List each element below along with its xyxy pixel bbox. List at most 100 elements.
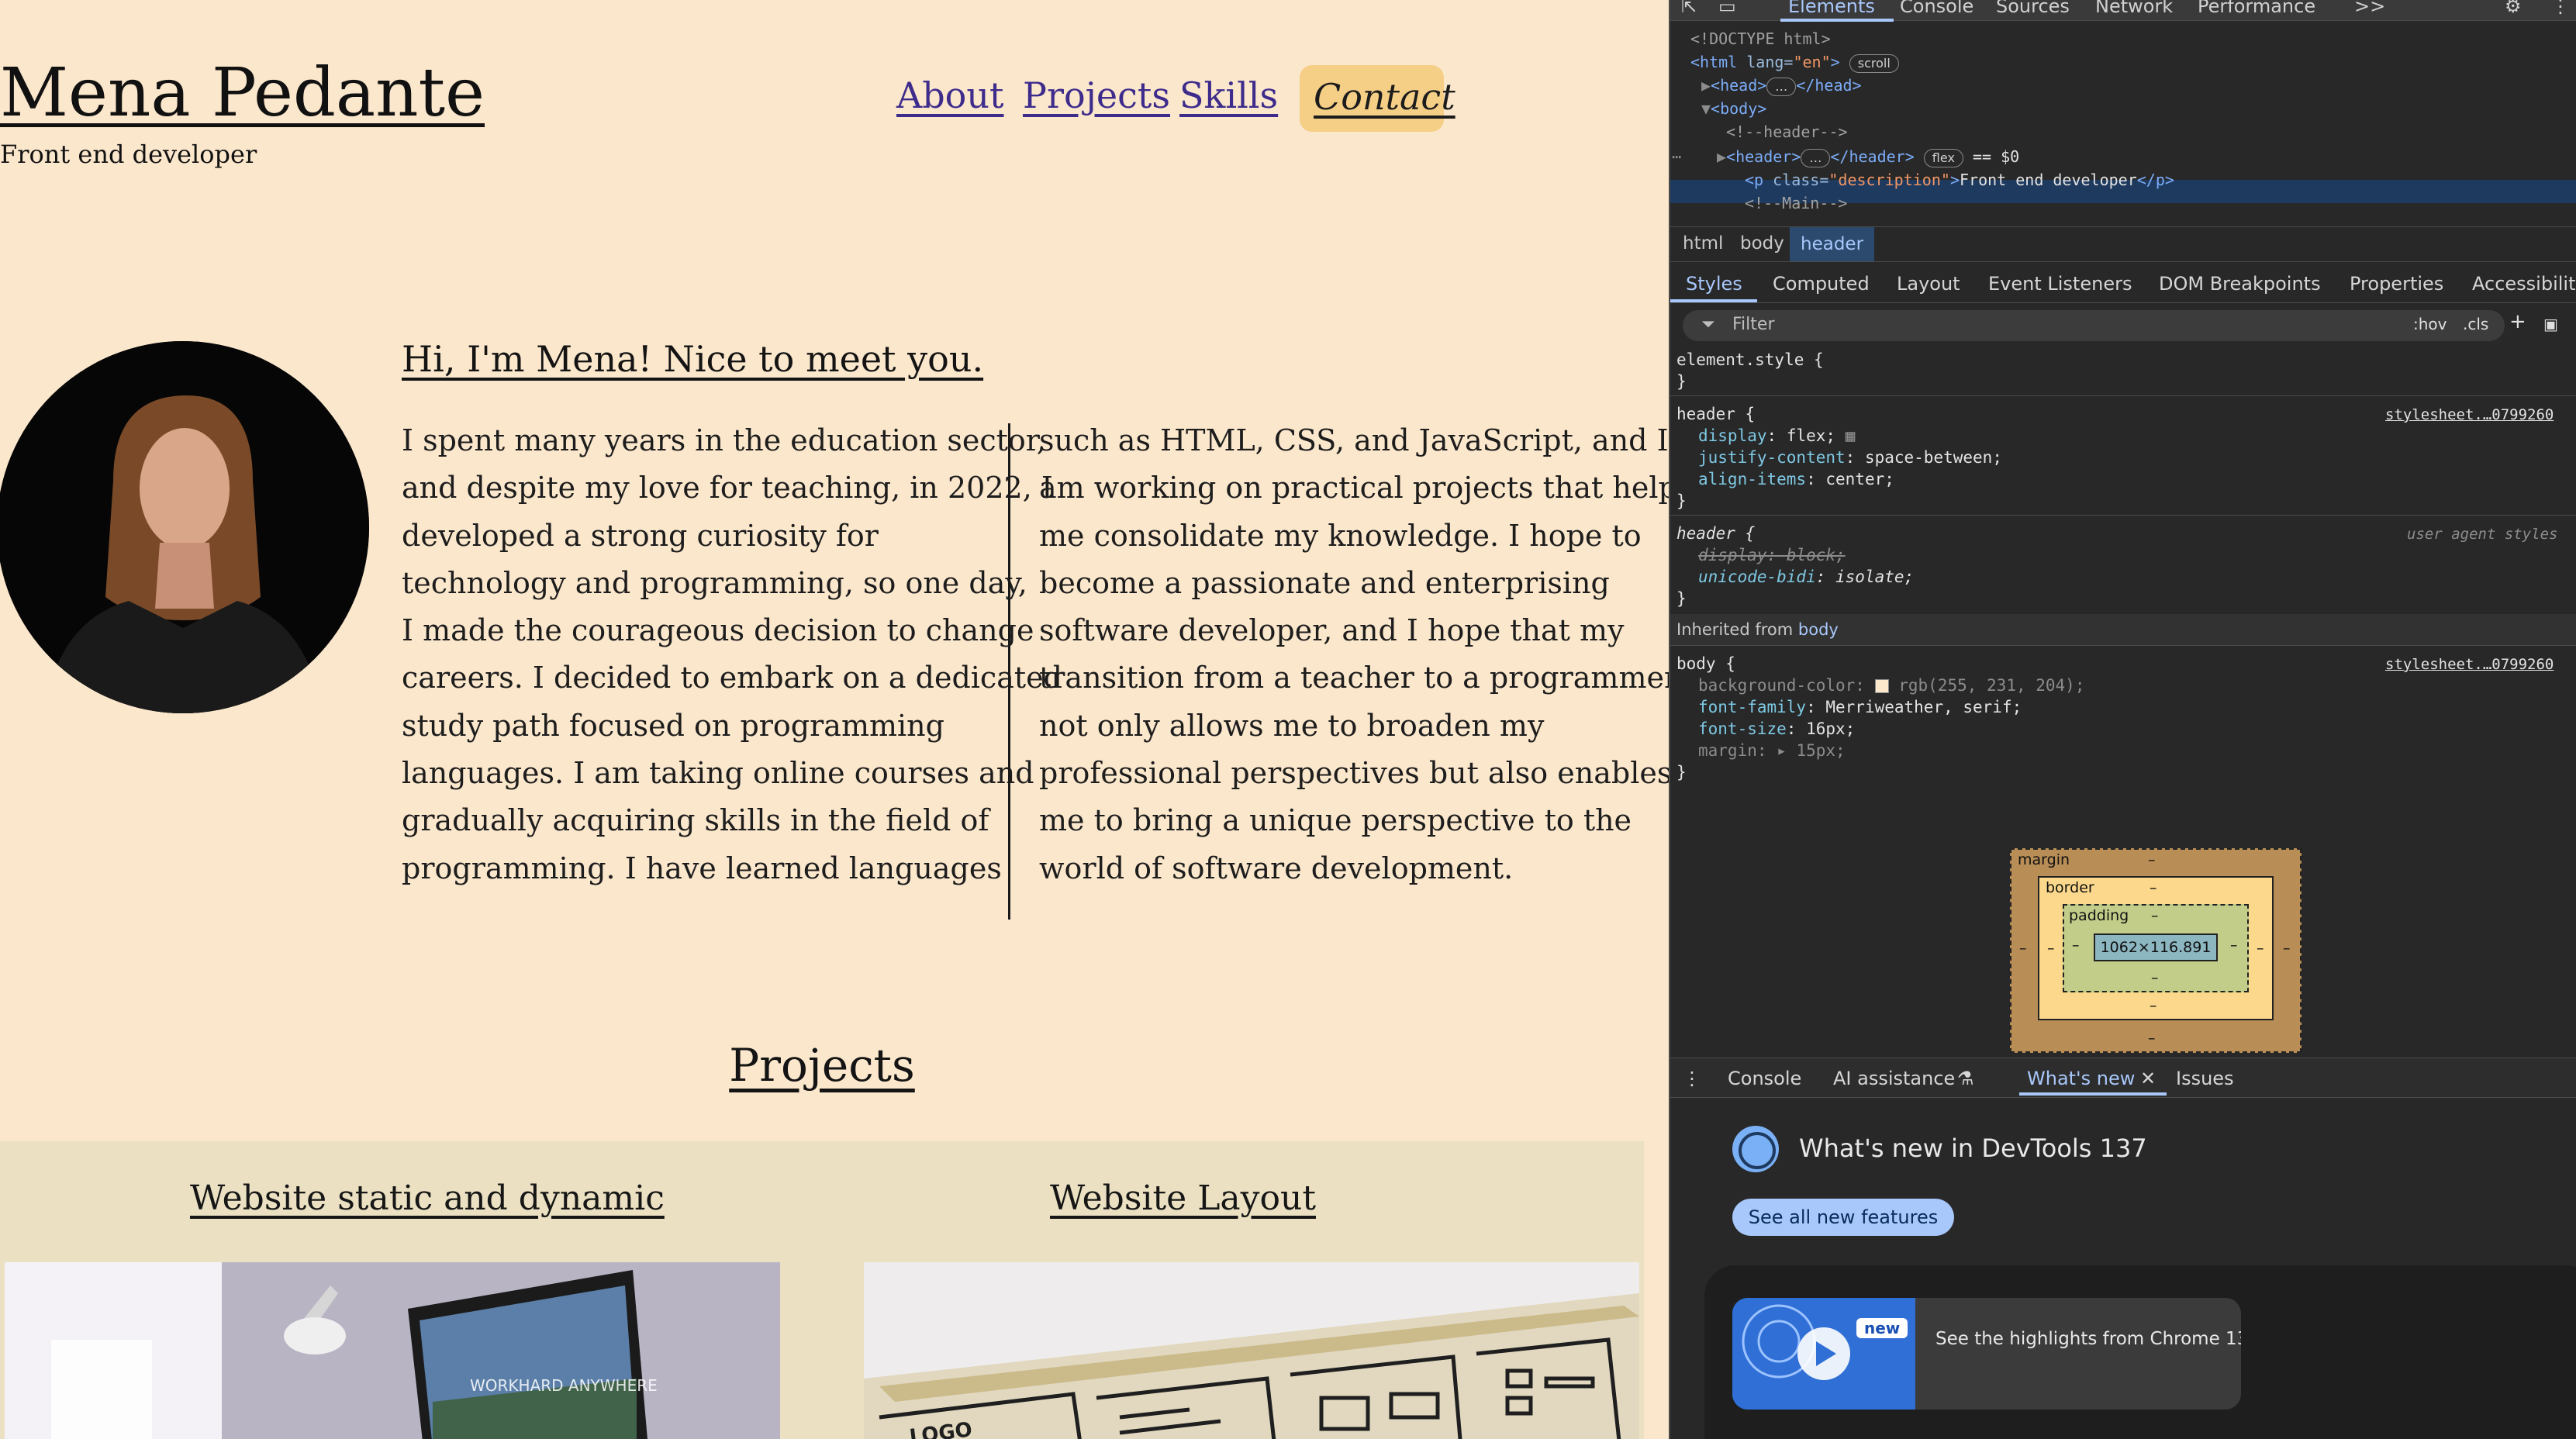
dom-p-node[interactable]: <p class="description">Front end develop… <box>1745 171 2174 189</box>
dom-tree: <!DOCTYPE html> <html lang="en"> scroll … <box>1670 26 2576 225</box>
breadcrumb-body[interactable]: body <box>1740 233 1784 254</box>
color-swatch-icon <box>1874 679 1889 693</box>
intro-line: me to bring a unique perspective to the <box>1039 803 1632 838</box>
expand-triangle-icon: ▶ <box>1701 76 1711 95</box>
rule-prop-background[interactable]: background-color: rgb(255, 231, 204); <box>1698 676 2084 695</box>
rule-prop-font-size[interactable]: font-size: 16px; <box>1698 720 1855 738</box>
rule-prop-display[interactable]: display: flex; ▦ <box>1698 426 1855 445</box>
subtab-computed[interactable]: Computed <box>1773 273 1870 295</box>
drawer-tab-ai-assistance[interactable]: AI assistance <box>1833 1068 1955 1089</box>
new-badge: new <box>1856 1318 1908 1338</box>
subtab-layout[interactable]: Layout <box>1897 273 1960 295</box>
highlights-card[interactable]: new See the highlights from Chrome 137 <box>1732 1298 2241 1410</box>
profile-avatar <box>0 341 369 713</box>
laptop-screen-text: WORKHARD ANYWHERE <box>470 1376 658 1395</box>
rule-body-selector[interactable]: body { <box>1676 654 1735 673</box>
project-card-title[interactable]: Website static and dynamic <box>190 1178 665 1218</box>
highlights-thumbnail: new <box>1732 1298 1915 1410</box>
rule-ua-selector[interactable]: header { <box>1676 524 1755 543</box>
subtab-event-listeners[interactable]: Event Listeners <box>1988 273 2132 295</box>
settings-gear-icon[interactable]: ⚙ <box>2505 0 2522 17</box>
rule-ua-unicode[interactable]: unicode-bidi: isolate; <box>1698 568 1914 586</box>
box-model-padding[interactable]: padding – – – – 1062×116.891 <box>2063 904 2249 992</box>
inspect-element-icon[interactable]: ⇱ <box>1681 0 1697 17</box>
intro-line: such as HTML, CSS, and JavaScript, and I <box>1039 423 1669 457</box>
rule-prop-font-family[interactable]: font-family: Merriweather, serif; <box>1698 698 2022 716</box>
site-title[interactable]: Mena Pedante <box>0 54 485 132</box>
box-model-margin[interactable]: margin – – – – border – – – – padding – … <box>2010 848 2301 1053</box>
project-image-wireframes[interactable]: LOGO <box>864 1262 1639 1439</box>
nav-projects-link[interactable]: Projects <box>1023 74 1170 116</box>
flexbox-editor-icon: ▦ <box>1845 426 1856 445</box>
expand-triangle-icon: ▶ <box>1717 147 1727 166</box>
rule-ua-display[interactable]: display: block; <box>1698 546 1846 564</box>
kebab-menu-icon[interactable]: ⋮ <box>2551 0 2570 17</box>
nav-skills-link[interactable]: Skills <box>1179 74 1278 116</box>
intro-line: I made the courageous decision to change <box>402 613 1034 648</box>
intro-line: gradually acquiring skills in the field … <box>402 803 989 838</box>
rule-header-selector[interactable]: header { <box>1676 405 1755 423</box>
flex-badge[interactable]: flex <box>1923 149 1963 167</box>
dom-html-node[interactable]: <html lang="en"> scroll <box>1690 53 1899 73</box>
drawer-menu-icon[interactable]: ⋮ <box>1683 1068 1701 1089</box>
active-subtab-indicator <box>1670 299 1757 302</box>
subtab-accessibility[interactable]: Accessibility <box>2472 273 2576 295</box>
subtab-properties[interactable]: Properties <box>2350 273 2443 295</box>
column-divider <box>1008 423 1010 920</box>
dom-comment-main[interactable]: <!--Main--> <box>1745 194 1847 212</box>
breadcrumb-header[interactable]: header <box>1790 227 1875 261</box>
hover-state-button[interactable]: :hov <box>2413 315 2447 333</box>
tab-performance[interactable]: Performance <box>2198 0 2315 17</box>
dom-row-menu-icon[interactable]: ⋯ <box>1672 147 1681 166</box>
intro-line: I spent many years in the education sect… <box>402 423 1046 457</box>
intro-line: professional perspectives but also enabl… <box>1039 756 1669 791</box>
styles-filter-input[interactable]: ⏷ Filter <box>1683 310 2505 341</box>
project-card-title[interactable]: Website Layout <box>1050 1178 1316 1218</box>
drawer-tab-console[interactable]: Console <box>1728 1068 1801 1089</box>
intro-line: languages. I am taking online courses an… <box>402 756 1034 791</box>
dom-comment-header[interactable]: <!--header--> <box>1726 123 1848 141</box>
drawer-tabbar: ⋮ Console AI assistance ⚗ What's new ✕ I… <box>1670 1058 2576 1098</box>
box-model-border[interactable]: border – – – – padding – – – – 1062×116.… <box>2038 876 2274 1020</box>
intro-heading: Hi, I'm Mena! Nice to meet you. <box>402 338 984 380</box>
close-icon[interactable]: ✕ <box>2140 1068 2156 1089</box>
intro-line: world of software development. <box>1039 851 1514 885</box>
tab-elements[interactable]: Elements <box>1788 0 1875 17</box>
inherited-label: Inherited from body <box>1676 620 1839 639</box>
intro-column-2: such as HTML, CSS, and JavaScript, and I… <box>1039 417 1669 892</box>
project-image-laptop[interactable]: WORKHARD ANYWHERE <box>5 1262 780 1439</box>
dom-head-node[interactable]: ▶<head>… </head> <box>1701 76 1862 96</box>
stylesheet-source-link[interactable]: stylesheet.…0799260 <box>2385 406 2554 423</box>
dom-body-node[interactable]: ▼<body> <box>1701 99 1766 118</box>
device-toolbar-icon[interactable]: ▭ <box>1718 0 1736 17</box>
intro-line: programming. I have learned languages <box>402 851 1002 885</box>
drawer-tab-whats-new[interactable]: What's new <box>2027 1068 2135 1089</box>
subtab-styles[interactable]: Styles <box>1686 273 1742 295</box>
active-tab-indicator <box>1780 19 1894 22</box>
class-toggle-button[interactable]: .cls <box>2463 315 2488 333</box>
drawer-tab-issues[interactable]: Issues <box>2176 1068 2234 1089</box>
tab-network[interactable]: Network <box>2095 0 2173 17</box>
rule-prop-justify[interactable]: justify-content: space-between; <box>1698 448 2002 467</box>
scroll-badge[interactable]: scroll <box>1849 54 1899 73</box>
paint-icon[interactable]: ▣ <box>2543 315 2558 333</box>
see-all-features-button[interactable]: See all new features <box>1732 1199 1954 1236</box>
inherited-body-link[interactable]: body <box>1798 620 1839 639</box>
add-rule-icon[interactable]: + <box>2509 310 2526 333</box>
tab-console[interactable]: Console <box>1900 0 1973 17</box>
nav-contact-button[interactable]: Contact <box>1300 65 1455 132</box>
rule-prop-align[interactable]: align-items: center; <box>1698 470 1894 488</box>
rule-element-style[interactable]: element.style { <box>1676 350 1824 369</box>
nav-about-link[interactable]: About <box>896 74 1003 116</box>
stylesheet-source-link[interactable]: stylesheet.…0799260 <box>2385 656 2554 673</box>
dom-header-node[interactable]: ▶<header>… </header> flex == $0 <box>1717 147 2019 167</box>
more-tabs-icon[interactable]: >> <box>2354 0 2385 17</box>
breadcrumb-html[interactable]: html <box>1683 233 1723 254</box>
box-model-content-size[interactable]: 1062×116.891 <box>2094 933 2218 961</box>
nav-contact-label: Contact <box>1314 76 1455 118</box>
filter-funnel-icon: ⏷ <box>1701 315 1715 334</box>
dom-doctype[interactable]: <!DOCTYPE html> <box>1690 29 1831 48</box>
tab-sources[interactable]: Sources <box>1996 0 2070 17</box>
rule-prop-margin[interactable]: margin: ▸ 15px; <box>1698 741 1846 760</box>
subtab-dom-breakpoints[interactable]: DOM Breakpoints <box>2159 273 2321 295</box>
